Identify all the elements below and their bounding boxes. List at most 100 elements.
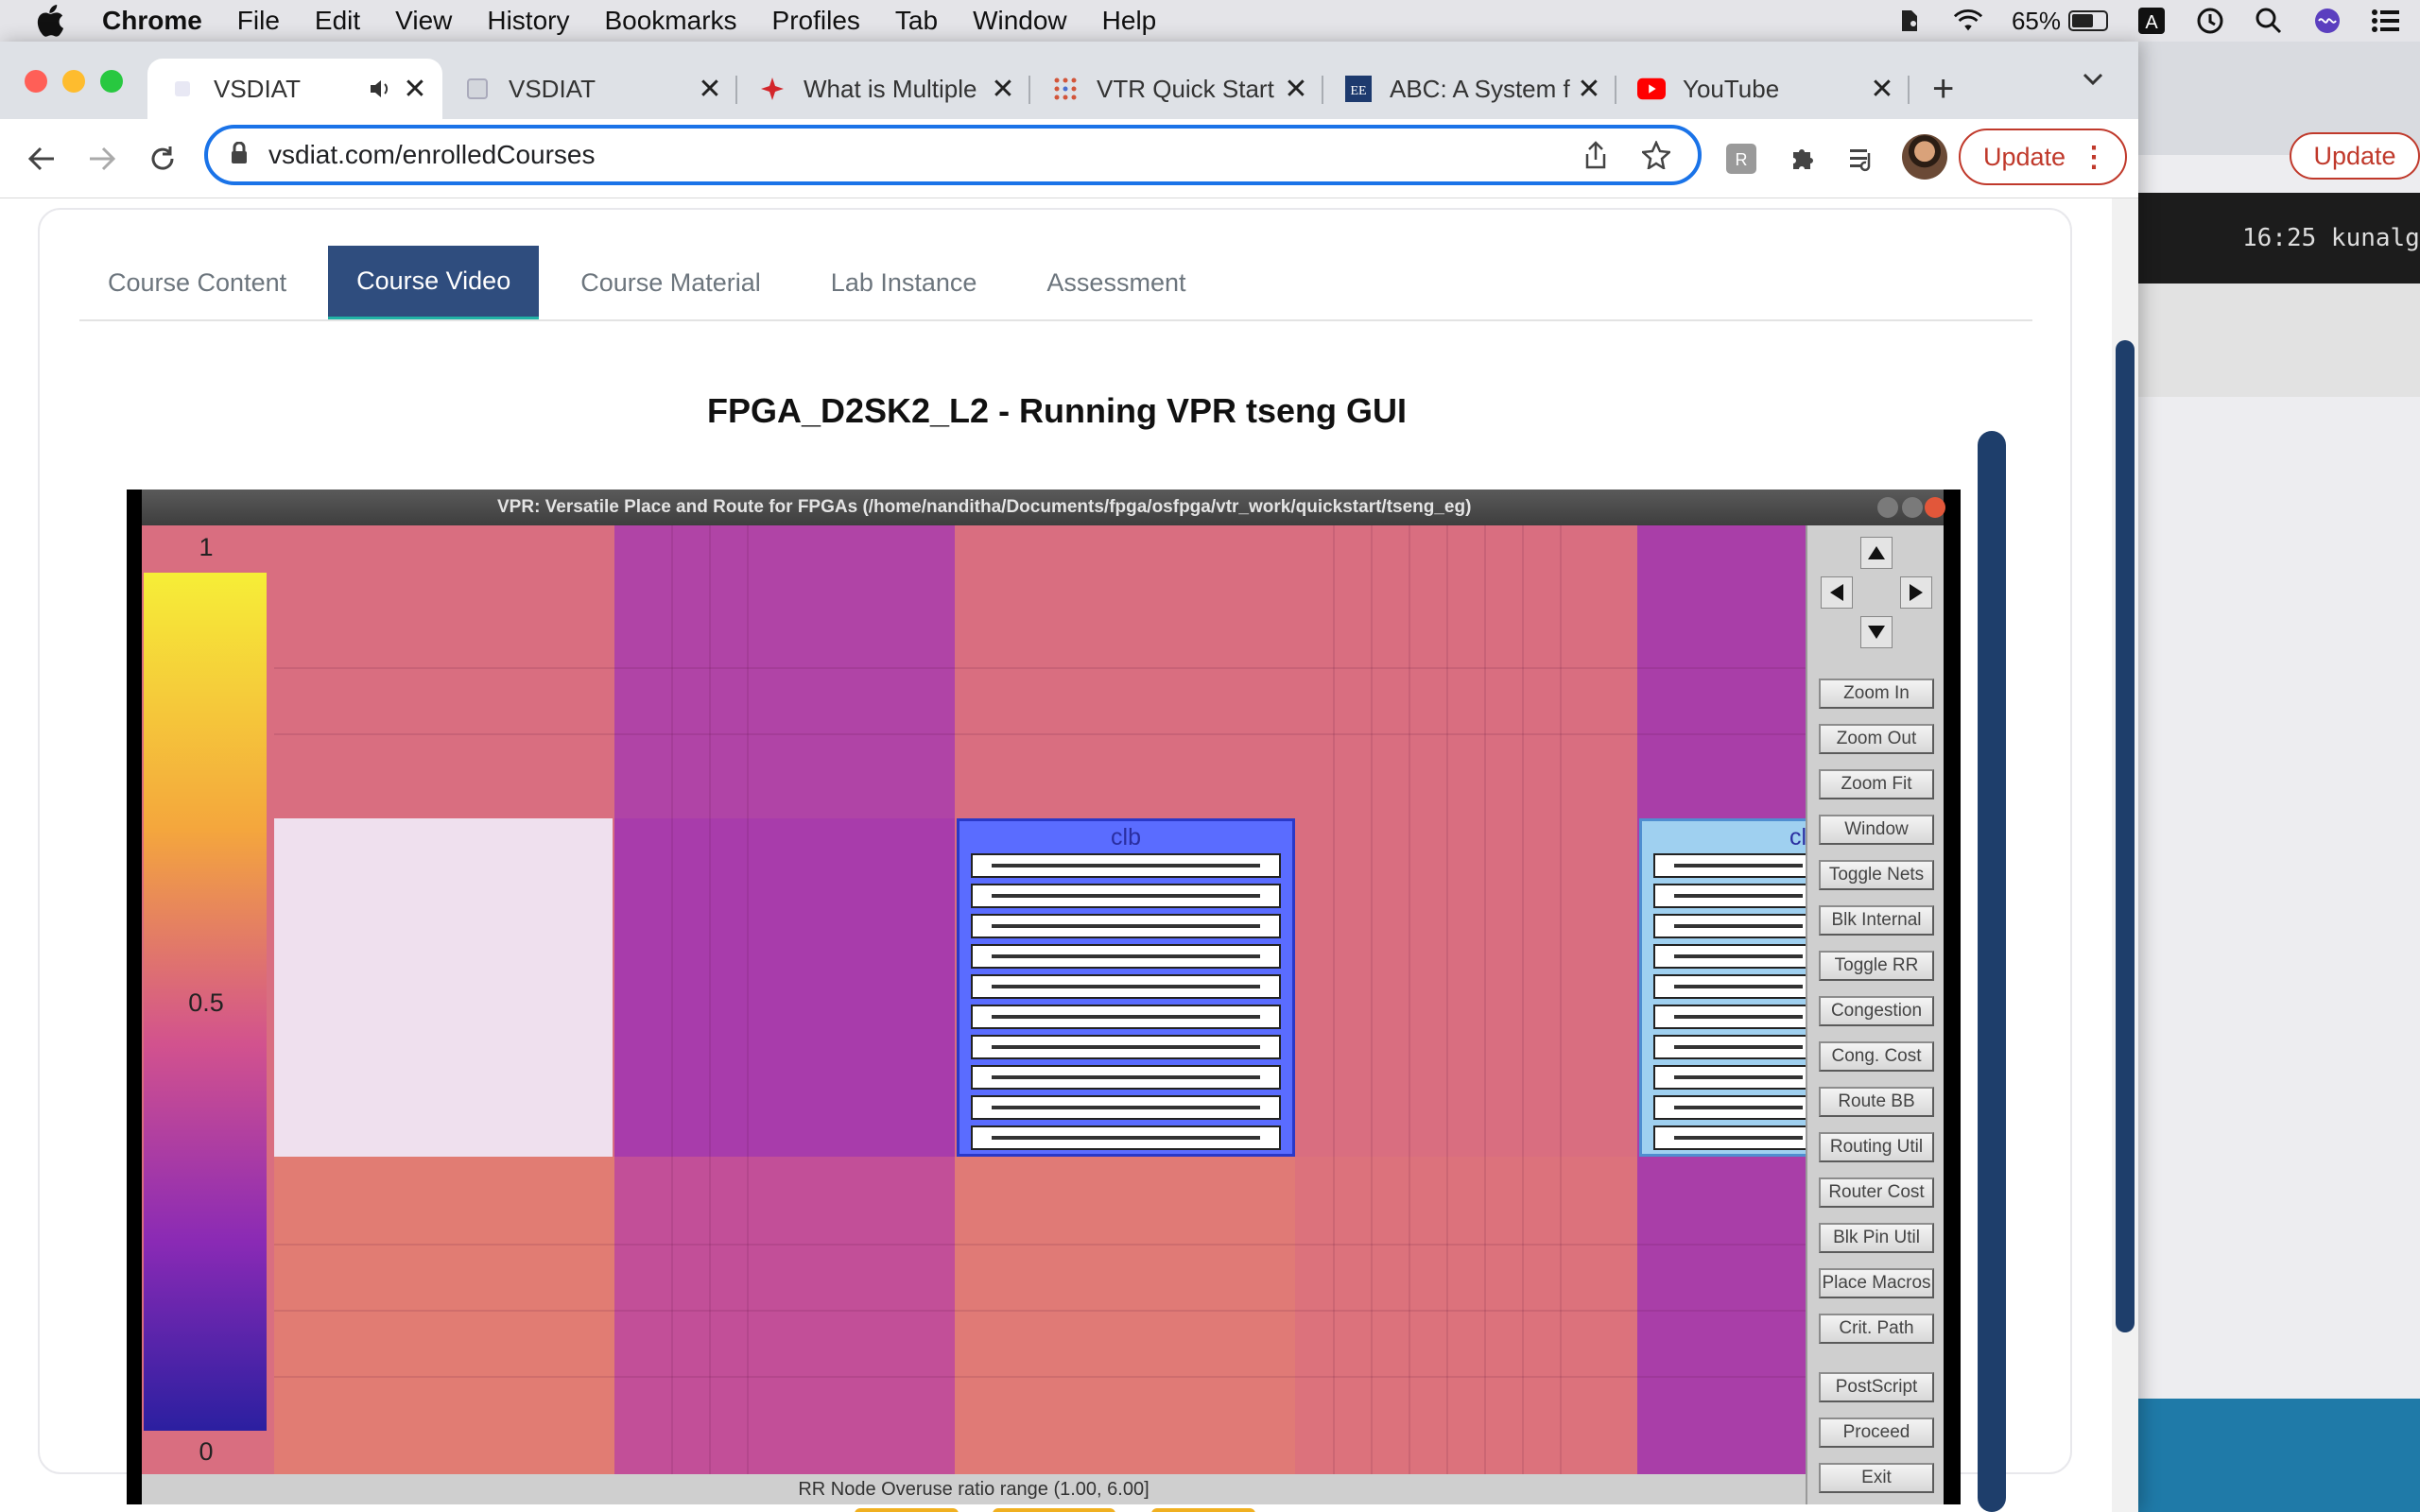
maximize-window-button[interactable] — [100, 70, 123, 93]
bookmark-star-icon[interactable] — [1637, 136, 1675, 174]
clb-pin-row — [971, 1125, 1281, 1150]
menu-history[interactable]: History — [487, 6, 569, 36]
video-title: FPGA_D2SK2_L2 - Running VPR tseng GUI — [706, 391, 1408, 430]
wifi-icon[interactable] — [1953, 6, 1983, 36]
vpr-proceed-button: Proceed — [1819, 1418, 1934, 1448]
menu-help[interactable]: Help — [1102, 6, 1157, 36]
siri-icon[interactable] — [2312, 6, 2342, 36]
input-source-icon[interactable]: A — [2136, 6, 2167, 36]
browser-tab-vsdiat-active[interactable]: VSDIAT ✕ — [147, 59, 442, 119]
browser-tab-abc[interactable]: EE ABC: A System f ✕ — [1323, 59, 1616, 119]
pan-left-arrow-icon — [1821, 576, 1853, 609]
control-center-icon[interactable] — [2371, 6, 2401, 36]
clb-pin-row — [971, 1065, 1281, 1090]
tab-search-chevron-icon[interactable] — [2082, 72, 2104, 92]
chrome-window: VSDIAT ✕ VSDIAT ✕ What is Multiple ✕ VTR… — [0, 42, 2138, 1512]
menu-file[interactable]: File — [237, 6, 280, 36]
menu-window[interactable]: Window — [973, 6, 1067, 36]
vpr-exit-button: Exit — [1819, 1463, 1934, 1493]
clb-pin-row — [971, 1095, 1281, 1120]
close-window-button[interactable] — [25, 70, 47, 93]
background-update-button[interactable]: Update — [2290, 132, 2420, 180]
vpr-window-title: VPR: Versatile Place and Route for FPGAs… — [497, 497, 1472, 517]
menu-edit[interactable]: Edit — [315, 6, 360, 36]
video-player[interactable]: VPR: Versatile Place and Route for FPGAs… — [127, 490, 1961, 1504]
page-scrollbar[interactable] — [2112, 198, 2138, 1512]
extension-r-icon[interactable]: R — [1720, 138, 1762, 180]
tab-lab-instance[interactable]: Lab Instance — [803, 246, 1006, 319]
grid-cell — [274, 1157, 614, 1474]
time-machine-icon[interactable] — [2195, 6, 2225, 36]
browser-tab-vtr[interactable]: VTR Quick Start ✕ — [1030, 59, 1323, 119]
share-icon[interactable] — [1577, 136, 1615, 174]
minimize-window-button[interactable] — [62, 70, 85, 93]
complete-button[interactable] — [1151, 1508, 1255, 1512]
tab-course-content[interactable]: Course Content — [79, 246, 315, 319]
menu-tab[interactable]: Tab — [895, 6, 938, 36]
tab-close-icon[interactable]: ✕ — [1868, 74, 1896, 105]
clb-pin-row — [971, 1035, 1281, 1059]
vpr-crit-path-button: Crit. Path — [1819, 1314, 1934, 1344]
grid-cell — [1295, 1157, 1637, 1474]
tab-assessment[interactable]: Assessment — [1018, 246, 1214, 319]
tab-close-icon[interactable]: ✕ — [401, 74, 429, 105]
tab-title: VTR Quick Start — [1097, 74, 1274, 103]
scrollbar-thumb[interactable] — [2116, 340, 2135, 1332]
legend-bottom-label: 0 — [199, 1437, 214, 1466]
tab-close-icon[interactable]: ✕ — [1282, 74, 1310, 105]
clb-pin-row — [1653, 1035, 1806, 1059]
tab-close-icon[interactable]: ✕ — [696, 74, 724, 105]
next-button[interactable] — [993, 1508, 1115, 1512]
apple-icon[interactable] — [36, 4, 70, 38]
playlist-scrollbar[interactable] — [1978, 431, 2006, 1512]
menu-bookmarks[interactable]: Bookmarks — [604, 6, 736, 36]
reload-icon[interactable] — [142, 138, 183, 180]
menu-view[interactable]: View — [395, 6, 452, 36]
clb-pin-row — [1653, 914, 1806, 938]
reading-list-icon[interactable] — [1841, 138, 1883, 180]
vsdiat-favicon-icon — [168, 75, 197, 103]
vpr-zoom-in-button: Zoom In — [1819, 679, 1934, 709]
tab-close-icon[interactable]: ✕ — [989, 74, 1017, 105]
svg-text:A: A — [2145, 12, 2158, 33]
new-tab-plus-icon[interactable]: + — [1932, 70, 1954, 108]
pan-down-arrow-icon — [1860, 616, 1893, 648]
course-card: Course Content Course Video Course Mater… — [38, 208, 2072, 1512]
vpr-blk-pin-util-button: Blk Pin Util — [1819, 1223, 1934, 1253]
browser-tab-vsdiat[interactable]: VSDIAT ✕ — [442, 59, 737, 119]
tab-strip: VSDIAT ✕ VSDIAT ✕ What is Multiple ✕ VTR… — [0, 42, 2138, 119]
vpr-router-cost-button: Router Cost — [1819, 1177, 1934, 1208]
menu-app-name[interactable]: Chrome — [102, 6, 202, 36]
page-viewport: Course Content Course Video Course Mater… — [0, 198, 2138, 1512]
menu-profiles[interactable]: Profiles — [772, 6, 860, 36]
browser-tab-multiple[interactable]: What is Multiple ✕ — [737, 59, 1030, 119]
spotlight-search-icon[interactable] — [2254, 6, 2284, 36]
audio-playing-icon[interactable] — [367, 75, 395, 103]
lock-icon[interactable] — [231, 141, 248, 169]
prev-button[interactable] — [855, 1508, 959, 1512]
address-bar[interactable]: vsdiat.com/enrolledCourses — [204, 125, 1702, 185]
dots-grid-favicon-icon — [1051, 75, 1080, 103]
chrome-update-button[interactable]: Update ⋮ — [1959, 129, 2127, 185]
clb-pin-row — [971, 914, 1281, 938]
vpr-place-macros-button: Place Macros — [1819, 1268, 1934, 1298]
browser-tab-youtube[interactable]: YouTube ✕ — [1616, 59, 1910, 119]
forward-arrow-icon[interactable] — [81, 138, 123, 180]
extensions-puzzle-icon[interactable] — [1781, 138, 1823, 180]
tab-course-video[interactable]: Course Video — [328, 246, 540, 319]
pan-right-arrow-icon — [1900, 576, 1932, 609]
clb-pin-row — [1653, 944, 1806, 969]
evernote-icon[interactable] — [1894, 6, 1925, 36]
clb-pin-row — [971, 944, 1281, 969]
tab-course-material[interactable]: Course Material — [552, 246, 789, 319]
clb-pin-row — [971, 853, 1281, 878]
url-text[interactable]: vsdiat.com/enrolledCourses — [268, 140, 1577, 170]
profile-avatar[interactable] — [1902, 134, 1947, 180]
clb-pin-row — [1653, 974, 1806, 999]
legend-top-label: 1 — [199, 533, 214, 561]
back-arrow-icon[interactable] — [21, 138, 62, 180]
battery-status[interactable]: 65% — [2012, 7, 2108, 36]
clb-pin-row — [1653, 853, 1806, 878]
tab-close-icon[interactable]: ✕ — [1575, 74, 1603, 105]
more-menu-icon[interactable]: ⋮ — [2080, 144, 2108, 172]
